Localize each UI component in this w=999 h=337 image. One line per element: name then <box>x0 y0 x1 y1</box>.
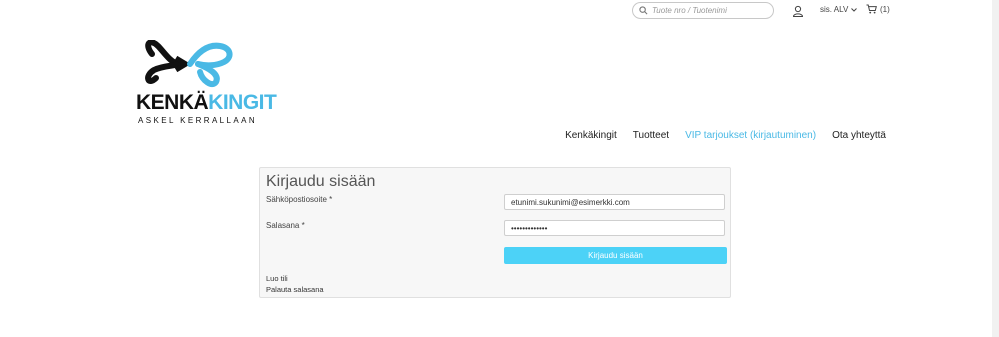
vat-label: sis. ALV <box>820 5 849 14</box>
cart-button[interactable]: (1) <box>866 4 890 14</box>
shoelace-bow-logo-icon <box>145 40 233 88</box>
brand-name-light: KINGIT <box>208 91 277 114</box>
login-title: Kirjaudu sisään <box>266 173 376 190</box>
brand-tagline: ASKEL KERRALLAAN <box>138 116 258 125</box>
nav-item-tuotteet[interactable]: Tuotteet <box>633 130 669 141</box>
nav-item-vip-offers[interactable]: VIP tarjoukset (kirjautuminen) <box>685 130 816 141</box>
vat-selector[interactable]: sis. ALV <box>820 5 858 14</box>
search-input[interactable] <box>652 6 762 15</box>
nav-item-kenkakingit[interactable]: Kenkäkingit <box>565 130 617 141</box>
reset-password-link[interactable]: Palauta salasana <box>266 285 324 294</box>
user-icon <box>792 5 804 17</box>
cart-icon <box>866 4 877 14</box>
login-panel: Kirjaudu sisään Sähköpostiosoite * Salas… <box>259 167 731 298</box>
main-nav: Kenkäkingit Tuotteet VIP tarjoukset (kir… <box>565 130 886 141</box>
top-bar: sis. ALV (1) <box>0 0 999 22</box>
nav-item-contact[interactable]: Ota yhteyttä <box>832 130 886 141</box>
create-account-link[interactable]: Luo tili <box>266 274 288 283</box>
search-box[interactable] <box>632 2 774 19</box>
password-field[interactable] <box>504 220 725 236</box>
user-account-button[interactable] <box>792 4 804 17</box>
email-field[interactable] <box>504 194 725 210</box>
login-submit-button[interactable]: Kirjaudu sisään <box>504 247 727 264</box>
brand-name-dark: KENKÄ <box>136 91 209 114</box>
email-label: Sähköpostiosoite * <box>266 195 333 204</box>
chevron-down-icon <box>851 7 858 12</box>
search-icon <box>639 6 648 15</box>
brand-name: KENKÄKINGIT <box>136 91 277 114</box>
page-scrollbar[interactable] <box>992 0 999 337</box>
password-label: Salasana * <box>266 221 305 230</box>
site-logo[interactable]: KENKÄKINGIT ASKEL KERRALLAAN <box>136 40 277 126</box>
cart-count: (1) <box>880 4 890 14</box>
